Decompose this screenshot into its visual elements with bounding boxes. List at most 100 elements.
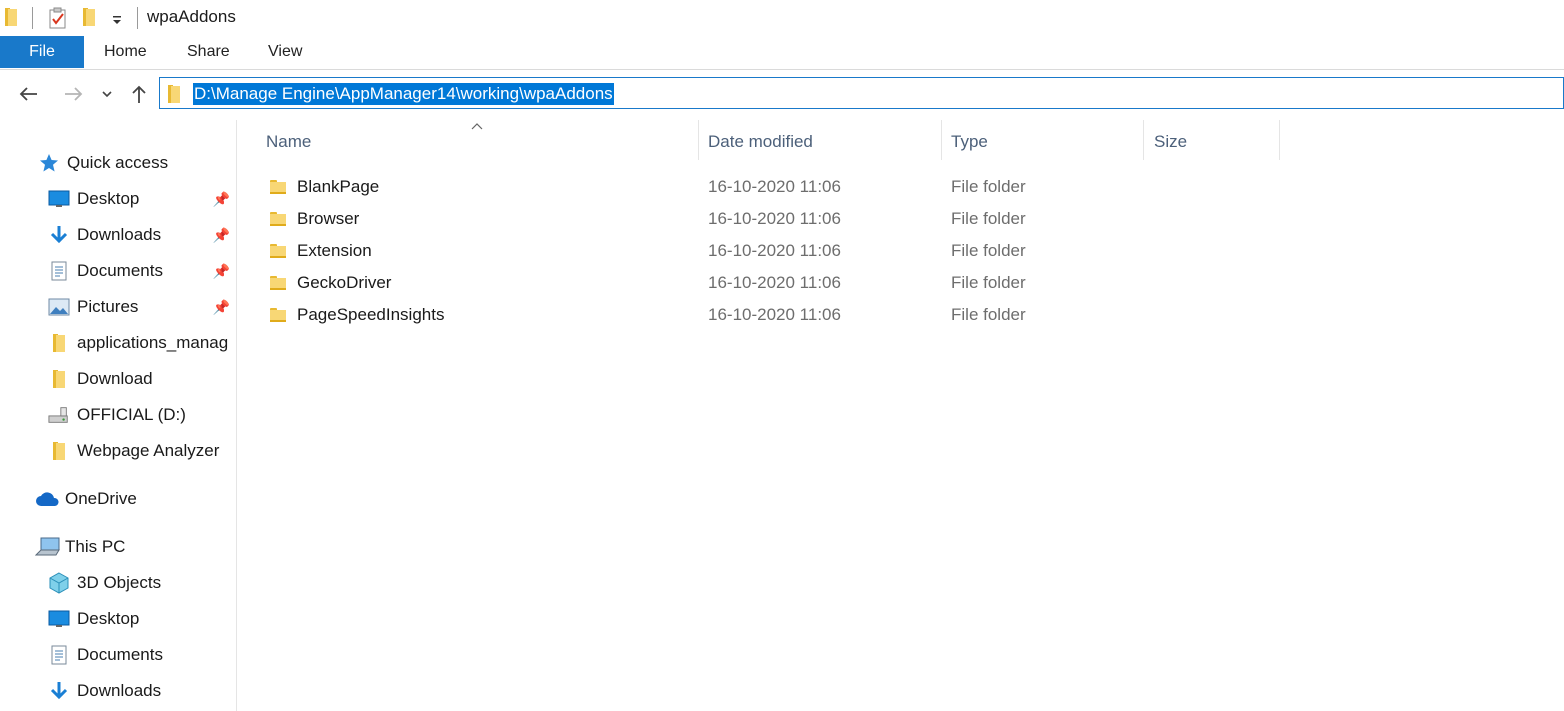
file-type: File folder xyxy=(951,209,1026,228)
up-button[interactable] xyxy=(126,80,152,108)
file-name: BlankPage xyxy=(297,177,380,196)
nav-item-downloads[interactable]: Downloads 📌 xyxy=(48,217,236,253)
pin-icon[interactable]: 📌 xyxy=(213,263,230,280)
desktop-icon xyxy=(48,608,70,630)
folder-icon xyxy=(168,85,180,103)
nav-label: Quick access xyxy=(67,153,169,172)
properties-icon[interactable] xyxy=(48,7,68,29)
documents-icon xyxy=(48,644,70,666)
chevron-down-icon xyxy=(102,91,112,98)
table-row[interactable]: PageSpeedInsights 16-10-2020 11:06 File … xyxy=(262,299,1282,331)
window-title: wpaAddons xyxy=(147,7,236,26)
column-divider[interactable] xyxy=(698,120,699,160)
nav-item-applications-manag[interactable]: applications_manag xyxy=(48,325,236,361)
ribbon-tabs xyxy=(0,36,1564,70)
nav-item-documents[interactable]: Documents xyxy=(48,637,236,673)
folder-icon xyxy=(48,368,70,390)
nav-label: Downloads xyxy=(77,681,162,700)
drive-icon xyxy=(48,404,70,426)
nav-label: Download xyxy=(77,369,153,388)
folder-icon xyxy=(48,332,70,354)
nav-label: Desktop xyxy=(77,189,140,208)
sort-ascending-icon xyxy=(470,117,484,135)
nav-item-3d-objects[interactable]: 3D Objects xyxy=(48,565,236,601)
nav-item-webpage-analyzer[interactable]: Webpage Analyzer xyxy=(48,433,236,469)
tab-share[interactable]: Share xyxy=(187,36,230,68)
star-icon xyxy=(38,152,60,174)
folder-icon xyxy=(270,180,286,194)
nav-label: Documents xyxy=(77,261,163,280)
nav-label: applications_manag xyxy=(77,333,229,352)
nav-label: OneDrive xyxy=(65,489,137,508)
column-divider[interactable] xyxy=(1143,120,1144,160)
nav-label: Documents xyxy=(77,645,163,664)
nav-label: Webpage Analyzer xyxy=(77,441,220,460)
back-arrow-icon xyxy=(19,87,37,101)
nav-item-desktop[interactable]: Desktop xyxy=(48,601,236,637)
date-modified: 16-10-2020 11:06 xyxy=(708,241,841,260)
3d-objects-icon xyxy=(48,572,70,594)
column-divider[interactable] xyxy=(1279,120,1280,160)
nav-this-pc[interactable]: This PC xyxy=(35,529,236,565)
documents-icon xyxy=(48,260,70,282)
file-type: File folder xyxy=(951,241,1026,260)
date-modified: 16-10-2020 11:06 xyxy=(708,273,841,292)
desktop-icon xyxy=(48,188,70,210)
tab-view[interactable]: View xyxy=(268,36,302,68)
nav-label: Pictures xyxy=(77,297,139,316)
nav-label: This PC xyxy=(65,537,126,556)
computer-icon xyxy=(35,536,61,558)
column-divider[interactable] xyxy=(941,120,942,160)
title-separator xyxy=(137,7,138,29)
table-row[interactable]: BlankPage 16-10-2020 11:06 File folder xyxy=(262,171,1282,203)
nav-quick-access[interactable]: Quick access xyxy=(38,145,236,181)
column-header-type[interactable]: Type xyxy=(951,128,988,156)
cloud-icon xyxy=(35,488,61,510)
folder-icon xyxy=(270,276,286,290)
column-header-date-modified[interactable]: Date modified xyxy=(708,128,813,156)
date-modified: 16-10-2020 11:06 xyxy=(708,305,841,324)
folder-icon xyxy=(5,8,17,26)
up-arrow-icon xyxy=(132,85,146,103)
customize-qat-chevron-icon[interactable] xyxy=(111,10,123,26)
file-type: File folder xyxy=(951,305,1026,324)
back-button[interactable] xyxy=(15,80,41,108)
column-header-name[interactable]: Name xyxy=(266,128,311,156)
folder-icon xyxy=(270,244,286,258)
address-path[interactable]: D:\Manage Engine\AppManager14\working\wp… xyxy=(193,83,614,105)
pin-icon[interactable]: 📌 xyxy=(213,227,230,244)
nav-item-downloads[interactable]: Downloads xyxy=(48,673,236,709)
table-row[interactable]: Extension 16-10-2020 11:06 File folder xyxy=(262,235,1282,267)
title-bar: wpaAddons xyxy=(0,0,1564,36)
download-arrow-icon xyxy=(48,680,70,702)
file-name: PageSpeedInsights xyxy=(297,305,445,324)
nav-label: OFFICIAL (D:) xyxy=(77,405,186,424)
download-arrow-icon xyxy=(48,224,70,246)
nav-label: Desktop xyxy=(77,609,140,628)
column-header-size[interactable]: Size xyxy=(1154,128,1187,156)
nav-item-official-d[interactable]: OFFICIAL (D:) xyxy=(48,397,236,433)
file-type: File folder xyxy=(951,273,1026,292)
pin-icon[interactable]: 📌 xyxy=(213,191,230,208)
nav-item-pictures[interactable]: Pictures 📌 xyxy=(48,289,236,325)
date-modified: 16-10-2020 11:06 xyxy=(708,209,841,228)
nav-item-documents[interactable]: Documents 📌 xyxy=(48,253,236,289)
pictures-icon xyxy=(48,296,70,318)
recent-locations-button[interactable] xyxy=(96,80,118,108)
nav-item-download[interactable]: Download xyxy=(48,361,236,397)
folder-icon xyxy=(270,308,286,322)
file-name: Extension xyxy=(297,241,372,260)
nav-onedrive[interactable]: OneDrive xyxy=(35,481,236,517)
folder-icon xyxy=(48,440,70,462)
nav-item-desktop[interactable]: Desktop 📌 xyxy=(48,181,236,217)
tab-home[interactable]: Home xyxy=(104,36,147,68)
nav-label: 3D Objects xyxy=(77,573,162,592)
table-row[interactable]: Browser 16-10-2020 11:06 File folder xyxy=(262,203,1282,235)
pin-icon[interactable]: 📌 xyxy=(213,299,230,316)
folder-icon xyxy=(270,212,286,226)
tab-file[interactable]: File xyxy=(0,36,84,68)
table-row[interactable]: GeckoDriver 16-10-2020 11:06 File folder xyxy=(262,267,1282,299)
file-name: GeckoDriver xyxy=(297,273,392,292)
forward-button[interactable] xyxy=(61,80,87,108)
new-folder-icon[interactable] xyxy=(83,8,95,26)
